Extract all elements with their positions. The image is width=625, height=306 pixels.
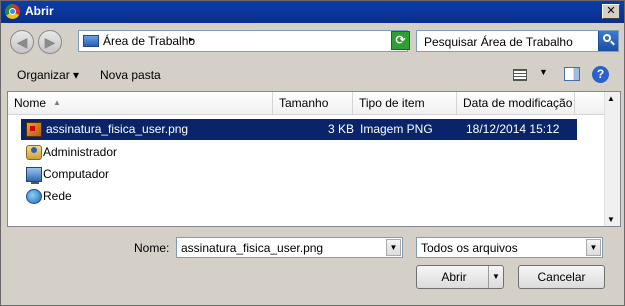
command-toolbar: Organizar ▾ Nova pasta ▼ ? bbox=[2, 61, 623, 89]
preview-pane-icon[interactable] bbox=[564, 67, 580, 81]
column-modified-label: Data de modificação bbox=[463, 96, 573, 110]
filetype-select[interactable]: Todos os arquivos ▼ bbox=[416, 237, 603, 258]
organize-menu[interactable]: Organizar ▾ bbox=[17, 68, 79, 82]
column-name-label: Nome bbox=[14, 96, 47, 110]
network-icon bbox=[26, 189, 42, 204]
column-size[interactable]: Tamanho bbox=[273, 92, 353, 114]
sort-ascending-icon: ▲ bbox=[53, 98, 61, 107]
address-text: Área de Trabalho bbox=[103, 34, 196, 48]
file-row-selected[interactable]: assinatura_fisica_user.png 3 KB Imagem P… bbox=[21, 119, 577, 140]
filename-dropdown-icon[interactable]: ▼ bbox=[386, 239, 401, 256]
column-size-label: Tamanho bbox=[279, 96, 329, 110]
open-file-dialog: Abrir ✕ ◀ ▶ Área de Trabalho ▸ ▼ ⟳ Pesqu… bbox=[0, 0, 625, 306]
new-folder-button[interactable]: Nova pasta bbox=[100, 68, 161, 82]
title-bar[interactable]: Abrir ✕ bbox=[1, 1, 624, 23]
column-type[interactable]: Tipo de item bbox=[353, 92, 457, 114]
breadcrumb-arrow-icon[interactable]: ▸ bbox=[189, 34, 194, 45]
list-item[interactable]: Computador bbox=[21, 164, 577, 185]
png-file-icon bbox=[26, 122, 42, 137]
user-folder-icon bbox=[26, 145, 42, 160]
column-type-label: Tipo de item bbox=[359, 96, 425, 110]
open-button[interactable]: Abrir ▼ bbox=[416, 265, 504, 289]
filetype-dropdown-icon[interactable]: ▼ bbox=[586, 239, 601, 256]
navigation-bar: ◀ ▶ Área de Trabalho ▸ ▼ ⟳ Pesquisar Áre… bbox=[2, 24, 623, 58]
search-input[interactable]: Pesquisar Área de Trabalho bbox=[424, 35, 573, 49]
filetype-value: Todos os arquivos bbox=[421, 241, 518, 255]
scroll-up-icon[interactable]: ▲ bbox=[607, 94, 615, 103]
item-name: Administrador bbox=[43, 145, 118, 159]
refresh-button[interactable]: ⟳ bbox=[391, 31, 410, 50]
file-name: assinatura_fisica_user.png bbox=[46, 122, 189, 136]
column-modified[interactable]: Data de modificação bbox=[457, 92, 575, 114]
file-size: 3 KB bbox=[328, 122, 355, 136]
help-icon[interactable]: ? bbox=[592, 66, 609, 83]
computer-icon bbox=[26, 167, 42, 184]
file-list[interactable]: Nome ▲ Tamanho Tipo de item Data de modi… bbox=[7, 91, 621, 227]
close-button[interactable]: ✕ bbox=[602, 4, 620, 19]
forward-button[interactable]: ▶ bbox=[38, 30, 62, 54]
back-button[interactable]: ◀ bbox=[10, 30, 34, 54]
item-name: Computador bbox=[43, 167, 110, 181]
column-name[interactable]: Nome ▲ bbox=[8, 92, 273, 114]
open-options-dropdown-icon[interactable]: ▼ bbox=[488, 266, 503, 288]
filename-combobox[interactable]: assinatura_fisica_user.png ▼ bbox=[176, 237, 403, 258]
window-title: Abrir bbox=[25, 4, 54, 18]
list-item[interactable]: Administrador bbox=[21, 142, 577, 163]
scroll-down-icon[interactable]: ▼ bbox=[607, 215, 615, 224]
views-icon[interactable] bbox=[513, 69, 527, 81]
filename-input[interactable]: assinatura_fisica_user.png bbox=[181, 241, 323, 255]
cancel-button[interactable]: Cancelar bbox=[518, 265, 605, 289]
search-box[interactable]: Pesquisar Área de Trabalho bbox=[416, 30, 619, 52]
filename-label: Nome: bbox=[134, 241, 170, 255]
chrome-icon bbox=[5, 4, 20, 19]
file-modified: 18/12/2014 15:12 bbox=[466, 122, 560, 136]
column-header: Nome ▲ Tamanho Tipo de item Data de modi… bbox=[8, 92, 608, 115]
search-icon[interactable] bbox=[598, 31, 618, 51]
desktop-folder-icon bbox=[83, 35, 99, 47]
vertical-scrollbar[interactable]: ▲ ▼ bbox=[604, 92, 620, 226]
file-type: Imagem PNG bbox=[360, 122, 433, 136]
views-dropdown-icon[interactable]: ▼ bbox=[539, 67, 548, 77]
address-bar[interactable]: Área de Trabalho ▸ ▼ bbox=[78, 30, 408, 52]
list-item[interactable]: Rede bbox=[21, 186, 577, 207]
item-name: Rede bbox=[43, 189, 72, 203]
open-button-label: Abrir bbox=[441, 270, 467, 284]
